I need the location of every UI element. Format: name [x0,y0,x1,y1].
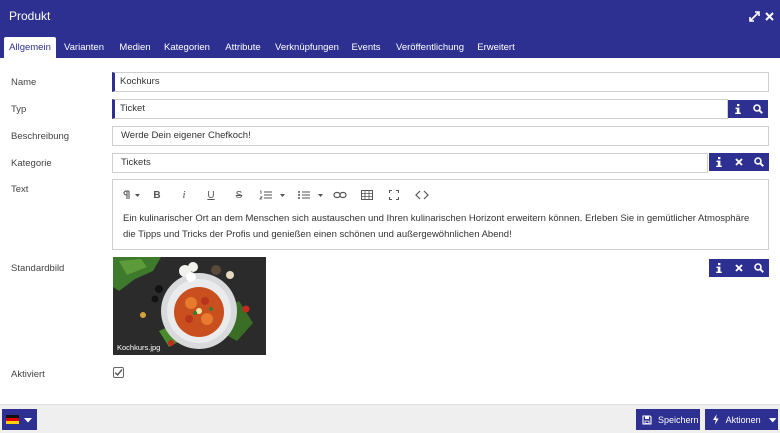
bullet-list-icon[interactable] [297,188,327,202]
chevron-down-icon [24,417,32,422]
fullscreen-icon[interactable] [389,188,399,202]
actions-button[interactable]: Aktionen [705,409,778,430]
rich-text-editor: B i U S Ein kulinarischer Ort an dem Men… [112,179,769,250]
tab-events[interactable]: Events [348,37,384,58]
typ-actions [728,100,768,118]
window-title: Produkt [9,9,51,23]
title-bar: Produkt [0,0,780,34]
food-photo [113,257,266,355]
tab-attribute[interactable]: Attribute [220,37,266,58]
code-view-icon[interactable] [415,188,429,202]
ordered-list-icon[interactable] [259,188,289,202]
beschreibung-input[interactable]: Werde Dein eigener Chefkoch! [112,126,769,146]
clear-icon[interactable] [729,259,749,277]
save-label: Speichern [658,414,699,425]
standardbild-actions [709,259,769,277]
italic-icon[interactable]: i [179,188,189,202]
expand-icon[interactable] [747,8,761,24]
german-flag-icon [6,415,19,424]
text-label: Text [11,184,29,195]
tab-medien[interactable]: Medien [114,37,156,58]
beschreibung-label: Beschreibung [11,131,70,142]
strikethrough-icon[interactable]: S [233,188,245,202]
close-icon[interactable] [762,8,776,24]
tab-verknuepfungen[interactable]: Verknüpfungen [272,37,342,58]
underline-icon[interactable]: U [205,188,217,202]
clear-icon[interactable] [729,153,749,171]
save-button[interactable]: Speichern [636,409,700,430]
tab-kategorien[interactable]: Kategorien [161,37,213,58]
info-icon[interactable] [728,100,748,118]
search-icon[interactable] [748,100,768,118]
chevron-down-icon [768,417,777,422]
standardbild-label: Standardbild [11,263,65,274]
paragraph-format-icon[interactable] [121,188,143,202]
tab-bar: Allgemein Varianten Medien Kategorien At… [0,34,780,58]
save-icon [642,414,652,425]
actions-label: Aktionen [725,414,761,425]
tab-varianten[interactable]: Varianten [60,37,108,58]
editor-content[interactable]: Ein kulinarischer Ort an dem Menschen si… [123,211,763,243]
lightning-icon [712,414,719,425]
link-icon[interactable] [333,188,347,202]
footer-bar: Speichern Aktionen [0,404,780,433]
search-icon[interactable] [749,153,769,171]
tab-allgemein[interactable]: Allgemein [4,37,56,58]
info-icon[interactable] [709,153,729,171]
name-label: Name [11,77,37,88]
search-icon[interactable] [749,259,769,277]
kategorie-actions [709,153,769,171]
tab-erweitert[interactable]: Erweitert [474,37,518,58]
kategorie-input[interactable]: Tickets [112,153,708,173]
product-image[interactable]: Kochkurs.jpg [113,257,266,355]
kategorie-label: Kategorie [11,158,52,169]
language-selector[interactable] [2,409,37,430]
typ-label: Typ [11,104,27,115]
bold-icon[interactable]: B [151,188,163,202]
image-filename: Kochkurs.jpg [117,343,161,352]
info-icon[interactable] [709,259,729,277]
typ-input[interactable]: Ticket [112,99,728,119]
aktiviert-label: Aktiviert [11,369,45,380]
name-input[interactable]: Kochkurs [112,72,769,92]
table-icon[interactable] [361,188,373,202]
aktiviert-checkbox[interactable] [113,367,124,378]
tab-veroeffentlichung[interactable]: Veröffentlichung [392,37,468,58]
